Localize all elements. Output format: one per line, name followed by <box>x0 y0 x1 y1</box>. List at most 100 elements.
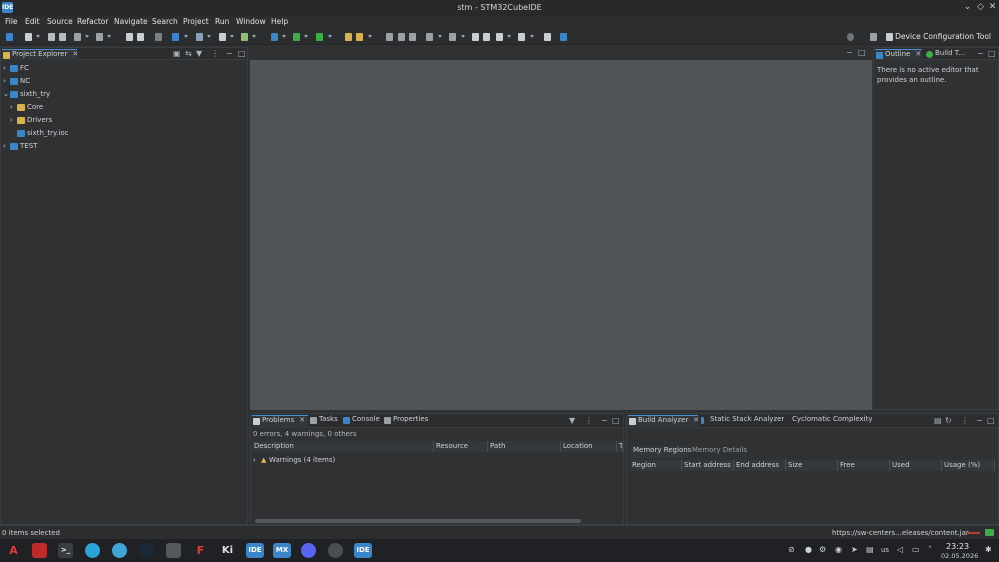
pen-icon[interactable] <box>356 33 363 41</box>
settings-icon[interactable] <box>74 33 81 41</box>
view-menu-icon[interactable]: ⋮ <box>961 416 969 425</box>
perspective-device-configuration[interactable]: Device Configuration Tool <box>895 32 991 41</box>
tree-item-fc[interactable]: › FC <box>1 63 247 75</box>
tab-problems[interactable]: Problems ✕ <box>252 415 308 428</box>
undo-icon[interactable] <box>126 33 133 41</box>
filter-icon[interactable]: ▼ <box>196 49 202 58</box>
expand-arrow-icon[interactable]: › <box>10 116 13 124</box>
stm32cubeide-active-icon[interactable]: IDE <box>354 543 372 558</box>
menu-project[interactable]: Project <box>183 17 209 26</box>
info-icon[interactable] <box>560 33 567 41</box>
maximize-view-icon[interactable]: □ <box>612 416 620 425</box>
menu-navigate[interactable]: Navigate <box>114 17 148 26</box>
clock-date[interactable]: 02.05.2026 <box>941 552 978 560</box>
steam-icon[interactable] <box>139 543 154 558</box>
app-launcher-icon[interactable]: A <box>6 543 21 558</box>
collapse-arrow-icon[interactable]: ⌄ <box>3 90 9 98</box>
chevron-up-icon[interactable]: ˄ <box>928 545 932 554</box>
menu-source[interactable]: Source <box>47 17 73 26</box>
chevron-down-icon[interactable] <box>461 35 465 38</box>
chevron-down-icon[interactable] <box>507 35 511 38</box>
chevron-down-icon[interactable] <box>252 35 256 38</box>
menu-window[interactable]: Window <box>236 17 266 26</box>
maximize-view-icon[interactable]: □ <box>988 49 996 58</box>
open-file-icon[interactable]: ▤ <box>934 416 942 425</box>
external-tools-icon[interactable] <box>316 33 323 41</box>
tab-tasks[interactable]: Tasks <box>309 415 341 428</box>
display-icon[interactable]: ▭ <box>912 545 920 554</box>
save-icon[interactable] <box>48 33 55 41</box>
console-icon[interactable] <box>544 33 551 41</box>
refresh-icon[interactable] <box>241 33 248 41</box>
menu-run[interactable]: Run <box>215 17 229 26</box>
perspective-icon[interactable] <box>886 33 893 41</box>
tree-item-drivers[interactable]: › Drivers <box>1 115 247 127</box>
next-annotation-icon[interactable] <box>426 33 433 41</box>
column-size[interactable]: Size <box>786 460 838 471</box>
chevron-down-icon[interactable] <box>85 35 89 38</box>
ide-icon[interactable] <box>6 33 13 41</box>
filezilla-icon[interactable]: F <box>193 543 208 558</box>
column-end-address[interactable]: End address <box>734 460 786 471</box>
chevron-down-icon[interactable] <box>230 35 234 38</box>
tree-item-nc[interactable]: › NC <box>1 76 247 88</box>
volume-icon[interactable]: ◁ <box>897 545 903 554</box>
column-start-address[interactable]: Start address <box>682 460 734 471</box>
redo-icon[interactable] <box>137 33 144 41</box>
chevron-down-icon[interactable] <box>207 35 211 38</box>
terminal-icon[interactable]: >_ <box>58 543 73 558</box>
menu-help[interactable]: Help <box>271 17 288 26</box>
chevron-down-icon[interactable] <box>304 35 308 38</box>
minimize-view-icon[interactable]: − <box>601 416 608 425</box>
chevron-down-icon[interactable] <box>530 35 534 38</box>
maximize-view-icon[interactable]: □ <box>238 49 246 58</box>
minimize-view-icon[interactable]: − <box>977 49 984 58</box>
chevron-down-icon[interactable] <box>438 35 442 38</box>
column-location[interactable]: Location <box>561 441 617 452</box>
menu-file[interactable]: File <box>5 17 18 26</box>
tab-outline[interactable]: Outline ✕ <box>875 49 922 60</box>
horizontal-scrollbar[interactable] <box>255 519 581 523</box>
file-manager-icon[interactable] <box>32 543 47 558</box>
subtab-memory-details[interactable]: Memory Details <box>689 446 749 458</box>
stm32cubemx-icon[interactable]: MX <box>273 543 291 558</box>
close-icon[interactable]: ✕ <box>299 416 305 424</box>
maximize-icon[interactable]: ◇ <box>975 2 986 13</box>
tree-item-core[interactable]: › Core <box>1 102 247 114</box>
new-file-icon[interactable] <box>25 33 32 41</box>
clock-time[interactable]: 23:23 <box>946 542 969 551</box>
column-usage[interactable]: Usage (%) <box>942 460 995 471</box>
link-icon[interactable] <box>196 33 203 41</box>
menu-search[interactable]: Search <box>152 17 178 26</box>
close-icon[interactable]: ✕ <box>987 2 998 13</box>
prev-annotation-icon[interactable] <box>449 33 456 41</box>
tab-build-analyzer[interactable]: Build Analyzer ✕ <box>628 415 699 428</box>
close-icon[interactable]: ✕ <box>72 50 78 58</box>
minimize-view-icon[interactable]: − <box>846 48 853 57</box>
chevron-down-icon[interactable] <box>282 35 286 38</box>
table-row[interactable]: › ▲ Warnings (4 items) <box>251 455 621 467</box>
column-region[interactable]: Region <box>630 460 682 471</box>
expand-arrow-icon[interactable]: › <box>3 142 6 150</box>
build-hammer-icon[interactable] <box>96 33 103 41</box>
open-file-icon[interactable] <box>219 33 226 41</box>
chevron-down-icon[interactable] <box>184 35 188 38</box>
minimize-view-icon[interactable]: − <box>226 49 233 58</box>
view-menu-icon[interactable]: ⋮ <box>211 49 219 58</box>
expand-arrow-icon[interactable]: › <box>3 64 6 72</box>
folder-open-icon[interactable] <box>345 33 352 41</box>
link-editor-icon[interactable]: ⇆ <box>185 49 192 58</box>
terminal-icon[interactable] <box>155 33 162 41</box>
open-perspective-icon[interactable] <box>870 33 877 41</box>
collapse-all-icon[interactable]: ▣ <box>173 49 181 58</box>
run-icon[interactable] <box>293 33 300 41</box>
refresh-icon[interactable]: ↻ <box>945 416 952 425</box>
tab-build-targets[interactable]: Build T... <box>925 49 967 60</box>
browser-icon[interactable] <box>112 543 127 558</box>
notification-icon[interactable] <box>985 529 994 536</box>
tab-cyclomatic-complexity[interactable]: Cyclomatic Complexity <box>782 415 873 428</box>
stm32cubeide-icon[interactable]: IDE <box>246 543 264 558</box>
tab-project-explorer[interactable]: Project Explorer ✕ <box>2 49 78 60</box>
expand-arrow-icon[interactable]: › <box>10 103 13 111</box>
column-used[interactable]: Used <box>890 460 942 471</box>
